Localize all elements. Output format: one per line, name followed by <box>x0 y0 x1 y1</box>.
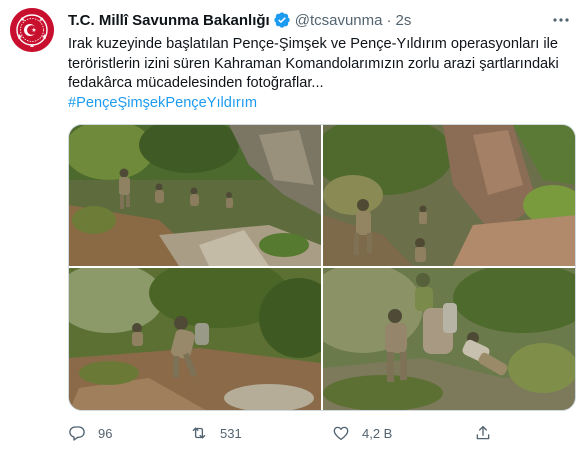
verified-badge-icon <box>273 11 291 29</box>
tweet-actions: 96 531 4,2 B <box>68 421 573 445</box>
share-icon <box>474 424 492 442</box>
photo-commando-climbing-rocks[interactable] <box>323 125 575 266</box>
retweet-count: 531 <box>220 425 242 441</box>
photo-commandos-carrying-wounded[interactable] <box>323 268 575 410</box>
tweet-card[interactable]: T.C. Millî Savunma Bakanlığı @tcsavunma … <box>0 0 585 452</box>
ministry-seal-icon <box>10 8 54 52</box>
reply-count: 96 <box>98 425 113 441</box>
retweet-button[interactable]: 531 <box>190 421 242 445</box>
tweet-timestamp[interactable]: 2s <box>395 12 411 29</box>
tweet-text-line: teröristlerin izini süren Kahraman Koman… <box>68 55 559 72</box>
reply-button[interactable]: 96 <box>68 421 112 445</box>
reply-icon <box>68 424 86 442</box>
tweet-text: Irak kuzeyinde başlatılan Pençe-Şimşek v… <box>68 35 573 94</box>
tweet-text-line: Irak kuzeyinde başlatılan Pençe-Şimşek v… <box>68 36 558 52</box>
photo-commando-crouching-hillside[interactable] <box>69 268 321 410</box>
account-handle[interactable]: @tcsavunma <box>295 12 383 29</box>
hashtag-link[interactable]: #PençeŞimşekPençeYıldırım <box>68 94 257 113</box>
more-options-icon[interactable] <box>551 10 571 30</box>
display-name[interactable]: T.C. Millî Savunma Bakanlığı <box>68 12 270 29</box>
heart-icon <box>332 424 350 442</box>
tweet-header: T.C. Millî Savunma Bakanlığı @tcsavunma … <box>68 10 411 30</box>
account-avatar[interactable] <box>10 8 54 52</box>
like-button[interactable]: 4,2 B <box>332 421 392 445</box>
media-grid <box>68 124 576 411</box>
separator-dot: · <box>386 11 392 29</box>
photo-commandos-descending-slope[interactable] <box>69 125 321 266</box>
retweet-icon <box>190 424 208 442</box>
like-count: 4,2 B <box>362 425 393 441</box>
share-button[interactable] <box>474 421 492 445</box>
tweet-text-line: fedakârca mücadelesinden fotoğraflar... <box>68 75 324 91</box>
